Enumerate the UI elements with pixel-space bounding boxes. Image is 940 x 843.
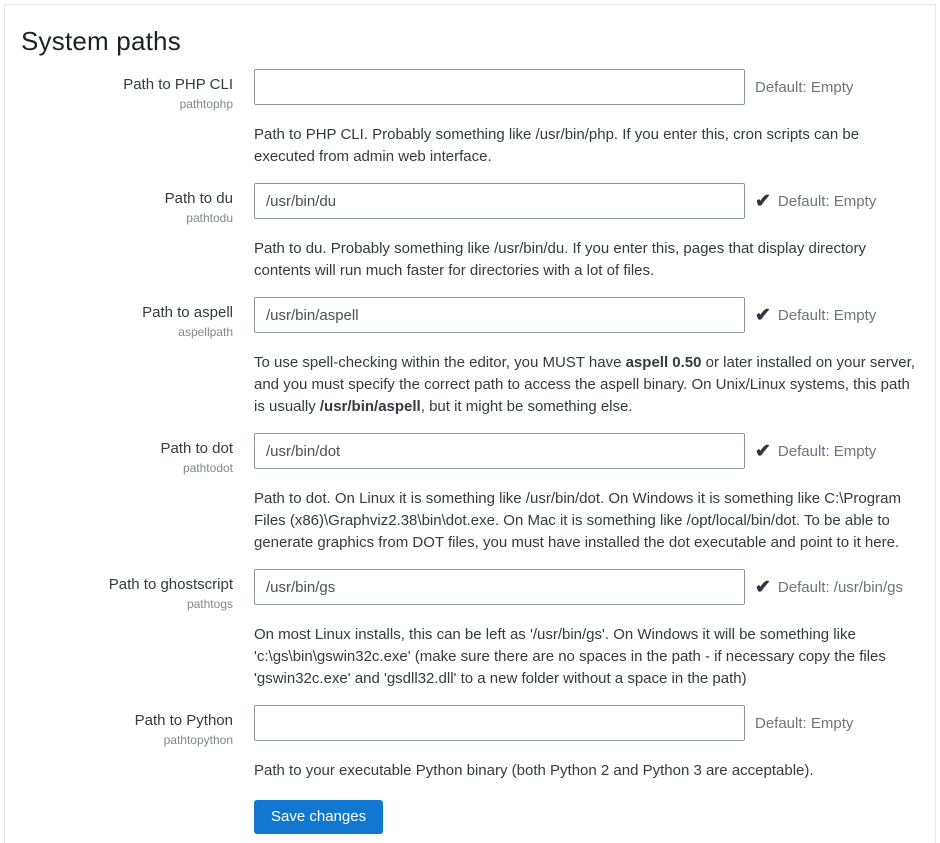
setting-default: Default: Empty — [755, 715, 853, 732]
page-title: System paths — [21, 26, 919, 56]
setting-shortname: pathtogs — [21, 597, 233, 611]
setting-label-column: Path to dot pathtodot — [21, 433, 233, 554]
setting-label-column: Path to PHP CLI pathtophp — [21, 69, 233, 168]
setting-label: Path to ghostscript — [21, 575, 233, 594]
setting-input-aspellpath[interactable] — [254, 297, 745, 333]
setting-default: ✔ Default: Empty — [755, 192, 876, 211]
setting-default-text: Default: /usr/bin/gs — [778, 579, 903, 596]
setting-input-line: ✔ Default: Empty — [254, 433, 919, 469]
setting-description: Path to your executable Python binary (b… — [254, 760, 919, 782]
setting-shortname: pathtopython — [21, 733, 233, 747]
setting-default: Default: Empty — [755, 79, 853, 96]
save-changes-button[interactable]: Save changes — [254, 800, 383, 834]
setting-input-column: ✔ Default: /usr/bin/gs On most Linux ins… — [254, 569, 919, 690]
setting-input-column: Default: Empty Path to your executable P… — [254, 705, 919, 782]
setting-description: Path to PHP CLI. Probably something like… — [254, 124, 919, 168]
setting-input-line: ✔ Default: /usr/bin/gs — [254, 569, 919, 605]
setting-description: Path to du. Probably something like /usr… — [254, 238, 919, 282]
setting-shortname: pathtodot — [21, 461, 233, 475]
setting-label-column: Path to aspell aspellpath — [21, 297, 233, 418]
setting-input-line: ✔ Default: Empty — [254, 297, 919, 333]
content-frame: System paths Path to PHP CLI pathtophp D… — [4, 4, 936, 843]
setting-label-column: Path to du pathtodu — [21, 183, 233, 282]
setting-input-line: Default: Empty — [254, 705, 919, 741]
setting-row-aspellpath: Path to aspell aspellpath ✔ Default: Emp… — [21, 297, 919, 418]
setting-default-text: Default: Empty — [755, 715, 853, 732]
setting-input-pathtodu[interactable] — [254, 183, 745, 219]
settings-form: Path to PHP CLI pathtophp Default: Empty… — [21, 69, 919, 782]
setting-label: Path to Python — [21, 711, 233, 730]
setting-input-column: ✔ Default: Empty Path to dot. On Linux i… — [254, 433, 919, 554]
setting-default: ✔ Default: /usr/bin/gs — [755, 578, 903, 597]
setting-row-pathtodu: Path to du pathtodu ✔ Default: Empty Pat… — [21, 183, 919, 282]
setting-input-pathtogs[interactable] — [254, 569, 745, 605]
setting-row-pathtodot: Path to dot pathtodot ✔ Default: Empty P… — [21, 433, 919, 554]
check-icon: ✔ — [755, 192, 771, 211]
check-icon: ✔ — [755, 306, 771, 325]
setting-label-column: Path to ghostscript pathtogs — [21, 569, 233, 690]
setting-shortname: pathtophp — [21, 97, 233, 111]
setting-description: Path to dot. On Linux it is something li… — [254, 488, 919, 554]
check-icon: ✔ — [755, 578, 771, 597]
setting-input-column: ✔ Default: Empty To use spell-checking w… — [254, 297, 919, 418]
setting-input-pathtodot[interactable] — [254, 433, 745, 469]
save-row: Save changes — [254, 800, 919, 834]
setting-default: ✔ Default: Empty — [755, 306, 876, 325]
setting-input-column: ✔ Default: Empty Path to du. Probably so… — [254, 183, 919, 282]
setting-label: Path to du — [21, 189, 233, 208]
setting-input-pathtopython[interactable] — [254, 705, 745, 741]
setting-row-pathtogs: Path to ghostscript pathtogs ✔ Default: … — [21, 569, 919, 690]
setting-default: ✔ Default: Empty — [755, 442, 876, 461]
setting-label: Path to PHP CLI — [21, 75, 233, 94]
setting-row-pathtopython: Path to Python pathtopython Default: Emp… — [21, 705, 919, 782]
settings-page: System paths Path to PHP CLI pathtophp D… — [0, 0, 940, 843]
setting-description: On most Linux installs, this can be left… — [254, 624, 919, 690]
setting-label: Path to dot — [21, 439, 233, 458]
setting-default-text: Default: Empty — [755, 79, 853, 96]
setting-input-line: Default: Empty — [254, 69, 919, 105]
setting-default-text: Default: Empty — [778, 307, 876, 324]
check-icon: ✔ — [755, 442, 771, 461]
setting-default-text: Default: Empty — [778, 193, 876, 210]
setting-description: To use spell-checking within the editor,… — [254, 352, 919, 418]
setting-row-pathtophp: Path to PHP CLI pathtophp Default: Empty… — [21, 69, 919, 168]
setting-input-pathtophp[interactable] — [254, 69, 745, 105]
setting-label: Path to aspell — [21, 303, 233, 322]
setting-input-line: ✔ Default: Empty — [254, 183, 919, 219]
setting-shortname: aspellpath — [21, 325, 233, 339]
setting-label-column: Path to Python pathtopython — [21, 705, 233, 782]
setting-shortname: pathtodu — [21, 211, 233, 225]
setting-default-text: Default: Empty — [778, 443, 876, 460]
setting-input-column: Default: Empty Path to PHP CLI. Probably… — [254, 69, 919, 168]
